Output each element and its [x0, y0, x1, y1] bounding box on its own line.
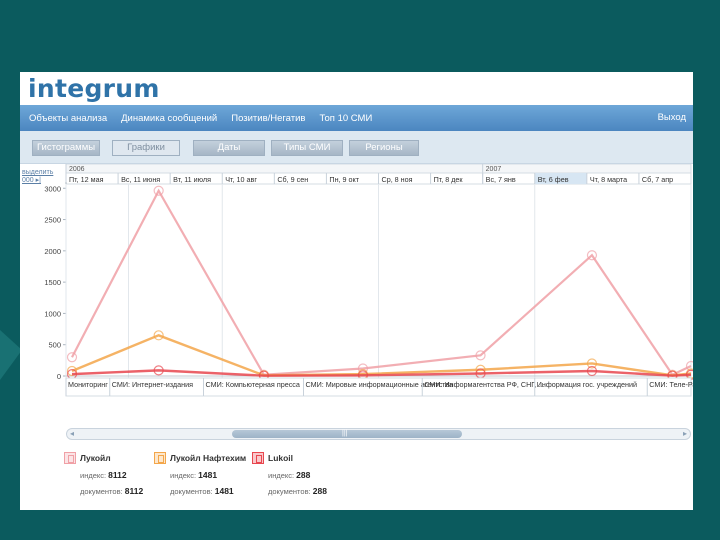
- date-label: Вс, 7 янв: [486, 175, 516, 184]
- tab-media-types[interactable]: Типы СМИ: [271, 140, 343, 156]
- year-label: 2007: [486, 166, 502, 173]
- date-label: Сб, 7 апр: [642, 175, 673, 184]
- y-tick-label: 500: [48, 341, 61, 350]
- view-toolbar: Гистограммы Графики Даты Типы СМИ Регион…: [20, 131, 693, 164]
- date-label: Вс, 11 июня: [121, 175, 160, 184]
- category-label: СМИ: Компьютерная пресса: [206, 380, 300, 389]
- legend-series-name: Лукойл: [80, 453, 111, 463]
- legend-item-lukoil[interactable]: Лукойл индекс: 8112 документов: 8112: [64, 452, 143, 496]
- y-tick-label: 1500: [44, 278, 61, 287]
- legend-docs-label: документов:: [80, 487, 123, 496]
- legend-index-value: 8112: [108, 470, 127, 480]
- category-label: СМИ: Интернет-издания: [112, 380, 193, 389]
- category-label: СМИ: Информагентства РФ, СНГ, ...: [424, 380, 544, 389]
- year-header-row: [65, 164, 692, 174]
- app-screen: integrum Объекты анализа Динамика сообще…: [20, 72, 693, 510]
- legend-item-lukoil-neftekhim[interactable]: Лукойл Нафтехим индекс: 1481 документов:…: [154, 452, 246, 496]
- main-nav: Объекты анализа Динамика сообщений Позит…: [20, 105, 693, 131]
- y-tick-label: 2000: [44, 247, 61, 256]
- y-tick-label: 1000: [44, 309, 61, 318]
- legend-docs-value: 288: [312, 486, 327, 496]
- chart-area: выделить 000 ▸| 2006 2007 Пт, 12 мая Вс, 11…: [20, 164, 693, 444]
- nav-item-objects[interactable]: Объекты анализа: [29, 113, 107, 124]
- date-label: Пн, 9 окт: [329, 175, 359, 184]
- grip-icon: |||: [342, 430, 348, 437]
- legend-index-value: 288: [296, 470, 311, 480]
- tab-graphs[interactable]: Графики: [112, 140, 180, 156]
- legend-series-name: Lukoil: [268, 453, 294, 463]
- category-label: Информация гос. учреждений: [537, 380, 637, 389]
- y-tick-label: 3000: [44, 184, 61, 193]
- legend-swatch-icon[interactable]: [154, 452, 166, 464]
- legend-index-value: 1481: [198, 470, 218, 480]
- legend-item-lukoil-en[interactable]: Lukoil индекс: 288 документов: 288: [252, 452, 327, 496]
- tab-histograms[interactable]: Гистограммы: [32, 140, 100, 156]
- legend-index-label: индекс:: [80, 471, 107, 480]
- date-label: Вт, 11 июля: [173, 175, 211, 184]
- exit-link[interactable]: Выход: [658, 112, 686, 123]
- year-label: 2006: [69, 166, 85, 173]
- date-label: Пт, 12 мая: [69, 175, 104, 184]
- date-label: Ср, 8 ноя: [382, 175, 413, 184]
- scroll-right-icon[interactable]: ▸: [683, 429, 687, 439]
- legend-docs-value: 8112: [124, 486, 144, 496]
- legend-index-label: индекс:: [268, 471, 295, 480]
- legend-docs-label: документов:: [170, 487, 213, 496]
- date-label: Чт, 8 марта: [590, 175, 627, 184]
- nav-item-positive-negative[interactable]: Позитив/Негатив: [231, 113, 305, 124]
- nav-item-dynamics[interactable]: Динамика сообщений: [121, 113, 217, 124]
- tab-dates[interactable]: Даты: [193, 140, 265, 156]
- series-line: [71, 188, 692, 377]
- scrollbar-thumb[interactable]: |||: [232, 430, 462, 438]
- logo-bar: integrum: [20, 72, 693, 105]
- date-label: Вт, 6 фев: [538, 175, 569, 184]
- legend-docs-value: 1481: [214, 486, 234, 496]
- nav-item-top10[interactable]: Топ 10 СМИ: [319, 113, 372, 124]
- category-label: СМИ: Теле-Радио: [649, 380, 693, 389]
- category-label: Мониторинг: [68, 380, 108, 389]
- series-line: [71, 334, 692, 377]
- y-tick-label: 0: [57, 372, 61, 381]
- app-logo: integrum: [28, 74, 160, 103]
- timeline-scrollbar[interactable]: ◂ ||| ▸: [66, 428, 691, 440]
- legend-docs-label: документов:: [268, 487, 311, 496]
- y-tick-label: 2500: [44, 216, 61, 225]
- date-label: Сб, 9 сен: [277, 175, 308, 184]
- legend-swatch-icon[interactable]: [64, 452, 76, 464]
- date-label: Пт, 8 дек: [434, 175, 464, 184]
- tab-regions[interactable]: Регионы: [349, 140, 419, 156]
- date-label: Чт, 10 авг: [225, 175, 257, 184]
- legend-index-label: индекс:: [170, 471, 197, 480]
- legend-swatch-icon[interactable]: [252, 452, 264, 464]
- legend: Лукойл индекс: 8112 документов: 8112 Лук…: [20, 444, 693, 510]
- legend-series-name: Лукойл Нафтехим: [170, 453, 247, 463]
- line-chart[interactable]: 2006 2007 Пт, 12 мая Вс, 11 июня Вт, 11 июля…: [20, 164, 693, 428]
- scroll-left-icon[interactable]: ◂: [70, 429, 74, 439]
